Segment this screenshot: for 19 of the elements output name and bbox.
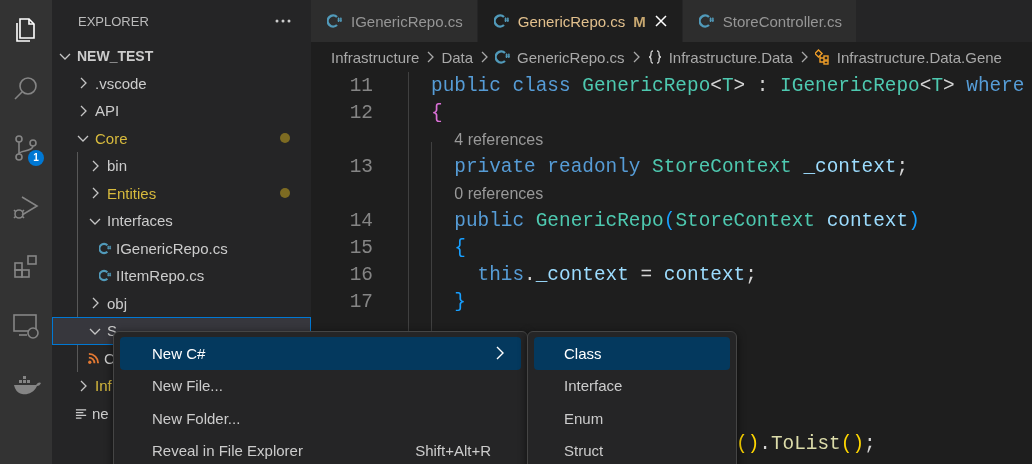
line-number: 16 (348, 263, 373, 286)
sidebar-title: EXPLORER (78, 13, 149, 29)
line-number: 12 (348, 101, 373, 124)
code-line: ().ToList(); (736, 432, 876, 455)
modified-indicator: M (633, 12, 646, 30)
code-line: { (453, 236, 466, 259)
code-line: { (431, 101, 443, 124)
code-line: private readonly StoreContext _context; (453, 155, 909, 178)
line-number: 13 (348, 155, 373, 178)
line-number: 15 (348, 236, 373, 259)
keyboard-shortcut: Shift+Alt+R (415, 442, 491, 460)
line-number: 14 (348, 209, 373, 232)
line-number: 11 (348, 74, 373, 97)
code-line: public GenericRepo(StoreContext context) (453, 209, 920, 232)
count-badge: 1 (28, 150, 44, 166)
code-line: this._context = context; (476, 263, 757, 286)
code-line: public class GenericRepo<T> : IGenericRepo<T> where (431, 74, 1025, 97)
code-line: } (453, 290, 466, 313)
line-number: 17 (348, 290, 373, 313)
